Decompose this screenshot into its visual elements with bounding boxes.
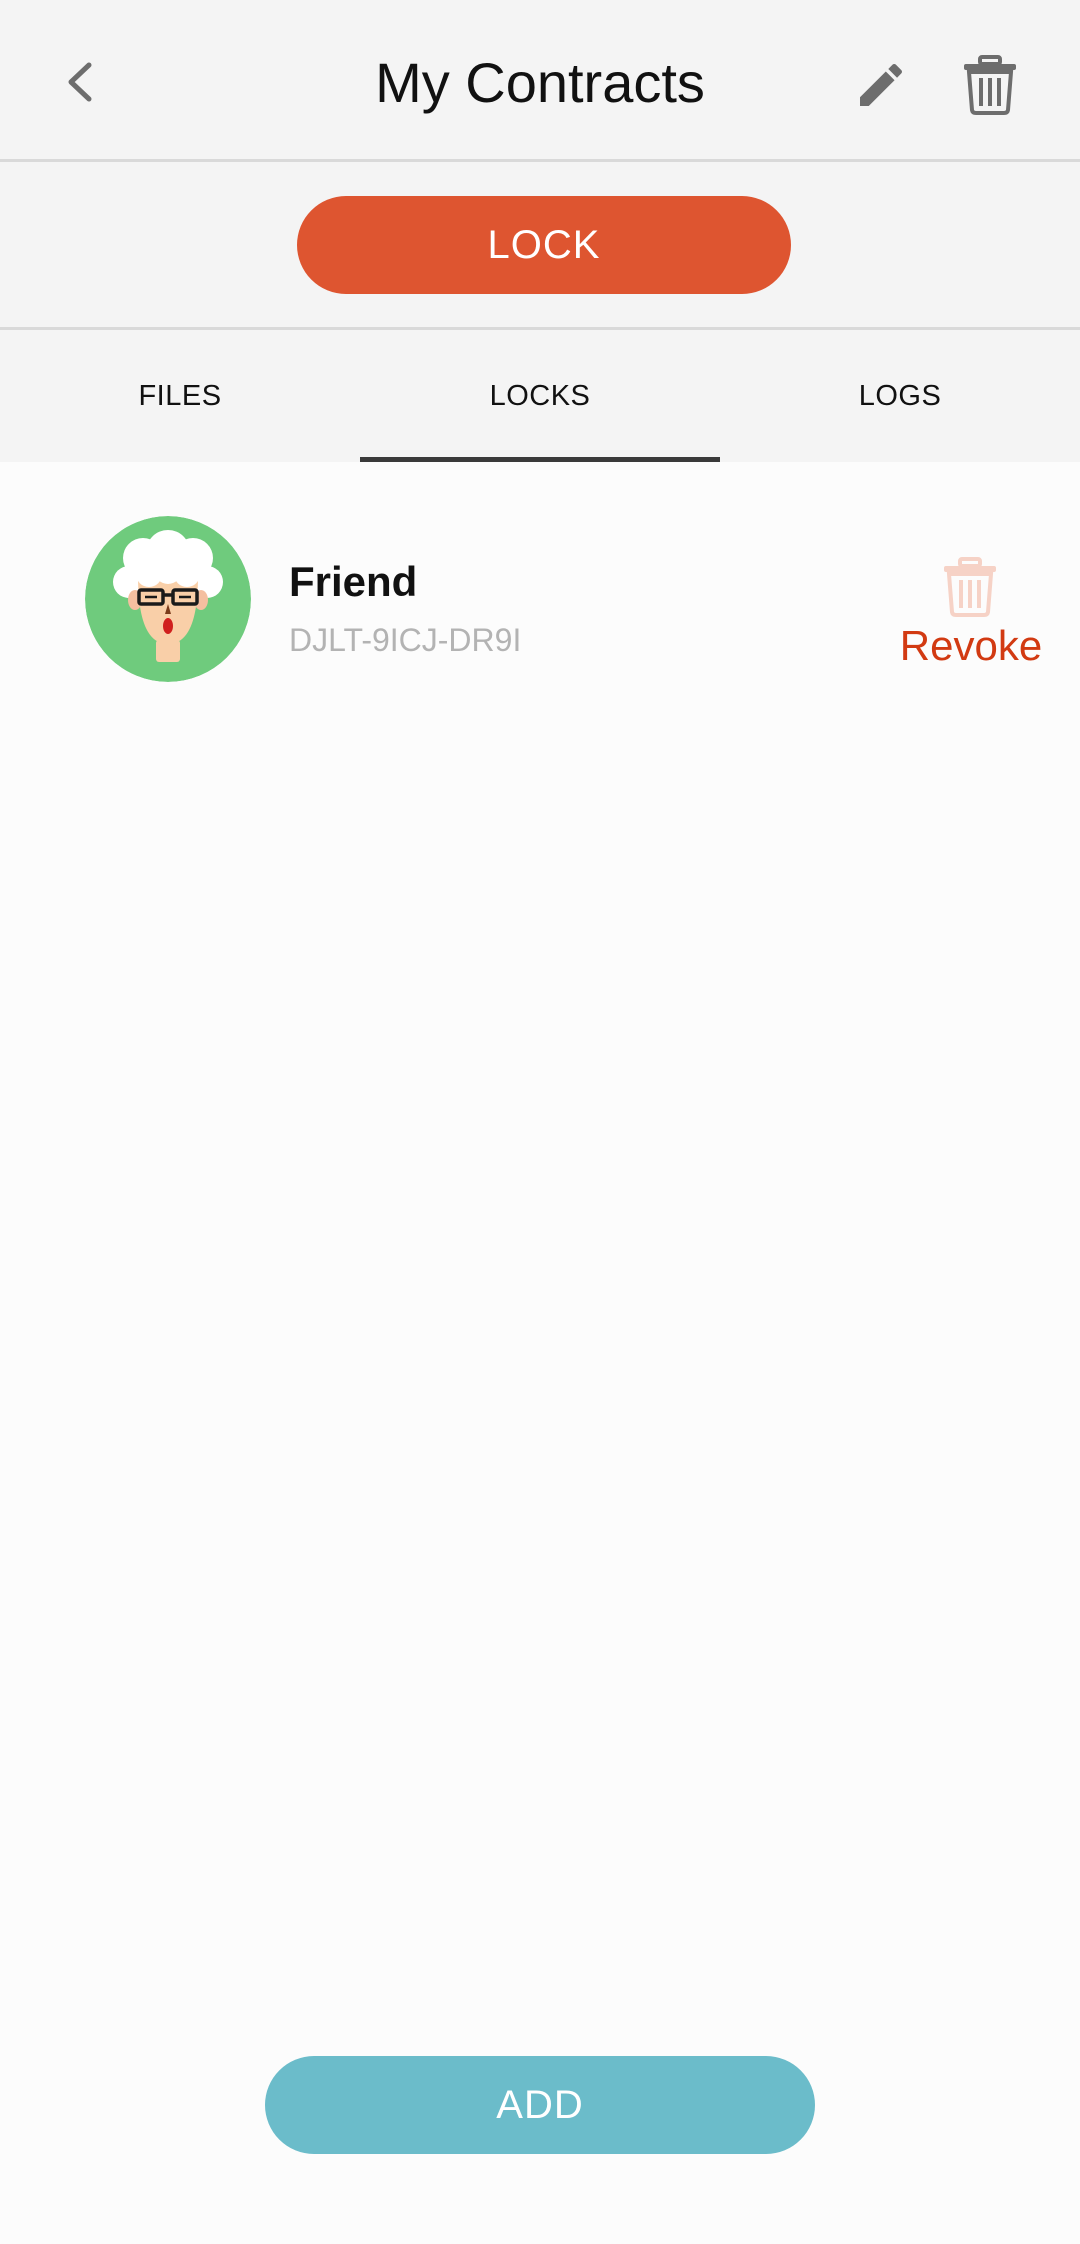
pencil-icon	[860, 63, 903, 106]
trash-icon	[964, 55, 1016, 115]
lock-bar: LOCK	[0, 162, 1080, 330]
tab-bar: FILES LOCKS LOGS	[0, 330, 1080, 462]
revoke-button[interactable]: Revoke	[890, 556, 1052, 690]
top-app-bar: My Contracts	[0, 0, 1080, 162]
back-button[interactable]	[48, 47, 112, 117]
tab-files[interactable]: FILES	[0, 330, 360, 462]
tab-label: LOCKS	[489, 379, 591, 412]
app-screen: My Contracts LOCK FILES LOCKS LOGS Frien…	[0, 0, 1080, 2244]
chevron-left-icon	[68, 62, 92, 102]
delete-contract-button[interactable]	[952, 50, 1028, 120]
trash-icon	[944, 557, 996, 617]
lock-holder-name: Friend	[289, 558, 418, 605]
avatar	[85, 516, 251, 682]
tab-label: LOGS	[858, 379, 942, 412]
elderly-person-avatar-icon	[85, 516, 251, 682]
page-title: My Contracts	[375, 51, 705, 114]
tab-label: FILES	[138, 379, 222, 412]
tab-logs[interactable]: LOGS	[720, 330, 1080, 462]
tab-locks[interactable]: LOCKS	[360, 330, 720, 462]
revoke-label: Revoke	[899, 622, 1043, 669]
list-item: Friend DJLT-9ICJ-DR9I Revoke	[0, 462, 1080, 738]
lock-button[interactable]: LOCK	[297, 196, 791, 294]
edit-button[interactable]	[846, 50, 916, 120]
add-button[interactable]: ADD	[265, 2056, 815, 2154]
lock-code: DJLT-9ICJ-DR9I	[289, 622, 522, 658]
